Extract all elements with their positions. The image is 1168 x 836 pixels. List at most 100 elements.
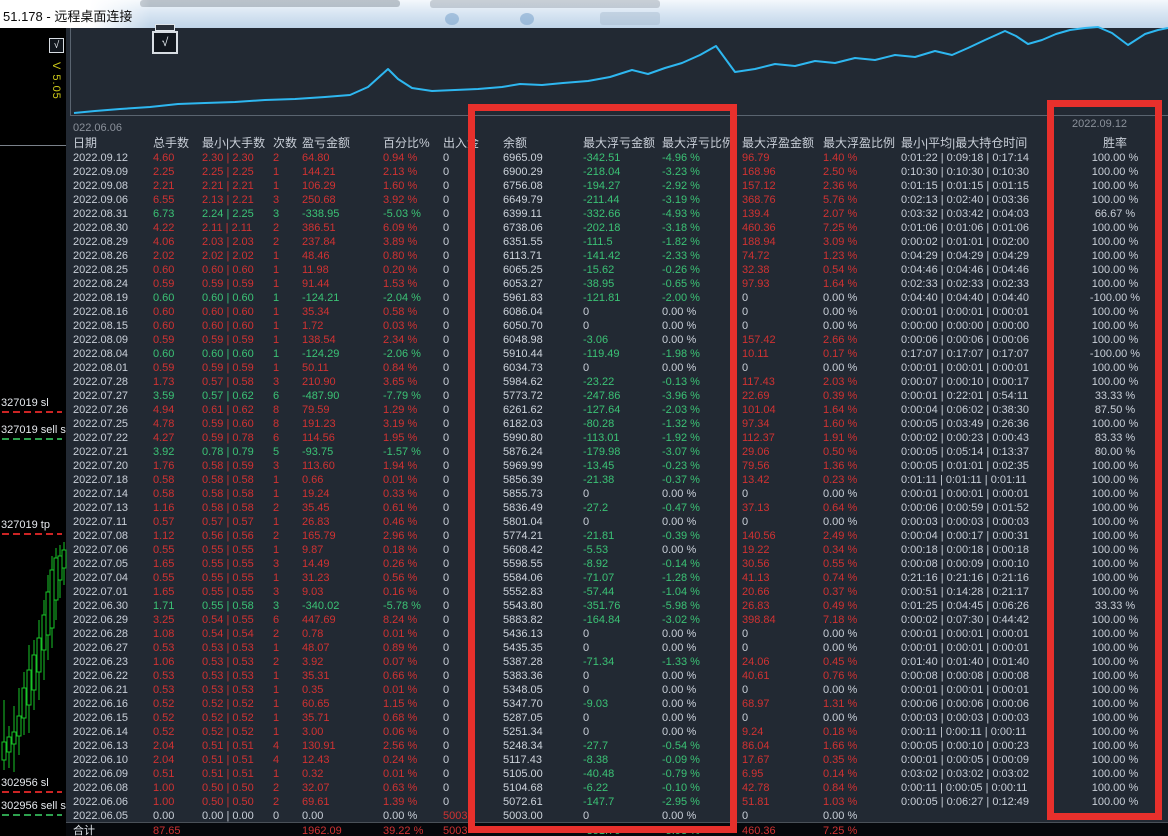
table-row[interactable]: 2022.07.20 1.76 0.58 | 0.59 3 113.60 1.94 % 0 5… bbox=[66, 459, 1168, 473]
table-row[interactable]: 2022.07.22 4.27 0.59 | 0.78 6 114.56 1.95 % 0 5… bbox=[66, 431, 1168, 445]
panel-checkbox-icon[interactable]: √ bbox=[152, 31, 178, 54]
cell-3: 2 bbox=[273, 628, 280, 640]
cell-12: 0:00:03 | 0:00:03 | 0:00:03 bbox=[901, 712, 1030, 724]
column-header-0[interactable]: 日期 bbox=[73, 136, 153, 150]
cell-7: 6351.55 bbox=[503, 236, 543, 248]
cell-6: 5003 bbox=[443, 810, 468, 822]
cell-1: 1.00 bbox=[153, 782, 175, 794]
cell-2: 0.53 | 0.53 bbox=[202, 656, 254, 668]
table-row[interactable]: 2022.06.13 2.04 0.51 | 0.51 4 130.91 2.56 % 0 5… bbox=[66, 739, 1168, 753]
cell-4: 35.34 bbox=[302, 306, 330, 318]
cell-6: 0 bbox=[443, 684, 450, 696]
table-row[interactable]: 2022.08.26 2.02 2.02 | 2.02 1 48.46 0.80 % 0 61… bbox=[66, 249, 1168, 263]
table-row[interactable]: 2022.07.28 1.73 0.57 | 0.58 3 210.90 3.65 % 0 5… bbox=[66, 375, 1168, 389]
cell-11: 0.14 % bbox=[823, 768, 858, 780]
table-row[interactable]: 2022.06.27 0.53 0.53 | 0.53 1 48.07 0.89 % 0 54… bbox=[66, 641, 1168, 655]
table-row[interactable]: 2022.06.22 0.53 0.53 | 0.53 1 35.31 0.66 % 0 53… bbox=[66, 669, 1168, 683]
table-row[interactable]: 2022.06.21 0.53 0.53 | 0.53 1 0.35 0.01 % 0 534… bbox=[66, 683, 1168, 697]
column-header-13[interactable]: 胜率 bbox=[1055, 136, 1168, 150]
table-row[interactable]: 2022.07.13 1.16 0.58 | 0.58 2 35.45 0.61 % 0 58… bbox=[66, 501, 1168, 515]
table-row[interactable]: 2022.07.14 0.58 0.58 | 0.58 1 19.24 0.33 % 0 58… bbox=[66, 487, 1168, 501]
table-row[interactable]: 2022.08.31 6.73 2.24 | 2.25 3 -338.95 -5.03 %… bbox=[66, 207, 1168, 221]
table-row[interactable]: 2022.08.15 0.60 0.60 | 0.60 1 1.72 0.03 % 0 605… bbox=[66, 319, 1168, 333]
cell-6: 0 bbox=[443, 796, 450, 808]
cell-12: 0:01:22 | 0:09:18 | 0:17:14 bbox=[901, 152, 1030, 164]
cell-7: 6399.11 bbox=[503, 208, 542, 220]
cell-10: 157.42 bbox=[742, 334, 776, 346]
table-row[interactable]: 2022.06.09 0.51 0.51 | 0.51 1 0.32 0.01 % 0 510… bbox=[66, 767, 1168, 781]
checkbox-icon[interactable]: √ bbox=[49, 38, 64, 53]
cell-0: 2022.07.01 bbox=[73, 586, 129, 598]
table-row[interactable]: 2022.07.18 0.58 0.58 | 0.58 1 0.66 0.01 % 0 585… bbox=[66, 473, 1168, 487]
column-header-8[interactable]: 最大浮亏金额 bbox=[583, 136, 661, 150]
table-row[interactable]: 2022.07.25 4.78 0.59 | 0.60 8 191.23 3.19 % 0 6… bbox=[66, 417, 1168, 431]
cell-5: -5.78 % bbox=[383, 600, 421, 612]
table-row[interactable]: 2022.07.27 3.59 0.57 | 0.62 6 -487.90 -7.79 %… bbox=[66, 389, 1168, 403]
cell-8: -13.45 bbox=[583, 460, 615, 472]
table-row[interactable]: 2022.08.29 4.06 2.03 | 2.03 2 237.84 3.89 % 0 6… bbox=[66, 235, 1168, 249]
column-header-5[interactable]: 百分比% bbox=[383, 136, 441, 150]
table-row[interactable]: 2022.07.05 1.65 0.55 | 0.55 3 14.49 0.26 % 0 55… bbox=[66, 557, 1168, 571]
table-row[interactable]: 2022.07.01 1.65 0.55 | 0.55 3 9.03 0.16 % 0 555… bbox=[66, 585, 1168, 599]
table-row[interactable]: 2022.08.04 0.60 0.60 | 0.60 1 -124.29 -2.06 %… bbox=[66, 347, 1168, 361]
cell-2: 0.58 | 0.58 bbox=[202, 474, 254, 486]
column-header-4[interactable]: 盈亏金额 bbox=[302, 136, 380, 150]
column-header-2[interactable]: 最小|大手数 bbox=[202, 136, 272, 150]
table-row[interactable]: 2022.06.14 0.52 0.52 | 0.52 1 3.00 0.06 % 0 525… bbox=[66, 725, 1168, 739]
table-row[interactable]: 2022.06.10 2.04 0.51 | 0.51 4 12.43 0.24 % 0 51… bbox=[66, 753, 1168, 767]
table-row[interactable]: 2022.06.06 1.00 0.50 | 0.50 2 69.61 1.39 % 0 50… bbox=[66, 795, 1168, 809]
cell-10: 24.06 bbox=[742, 656, 770, 668]
cell-3: 3 bbox=[273, 586, 280, 598]
cell-13: 100.00 % bbox=[1091, 656, 1139, 668]
table-row[interactable]: 2022.06.08 1.00 0.50 | 0.50 2 32.07 0.63 % 0 51… bbox=[66, 781, 1168, 795]
table-row[interactable]: 2022.06.05 0.00 0.00 | 0.00 0 0.00 0.00 % 5003… bbox=[66, 809, 1168, 823]
cell-5: 0.66 % bbox=[383, 670, 418, 682]
column-header-10[interactable]: 最大浮盈金额 bbox=[742, 136, 820, 150]
column-header-11[interactable]: 最大浮盈比例 bbox=[823, 136, 899, 150]
cell-7: 5383.36 bbox=[503, 670, 543, 682]
cell-1: 0.58 bbox=[153, 474, 175, 486]
table-row[interactable]: 2022.08.30 4.22 2.11 | 2.11 2 386.51 6.09 % 0 6… bbox=[66, 221, 1168, 235]
cell-9: -0.09 % bbox=[662, 754, 700, 766]
table-row[interactable]: 2022.06.30 1.71 0.55 | 0.58 3 -340.02 -5.78 %… bbox=[66, 599, 1168, 613]
table-row[interactable]: 2022.07.21 3.92 0.78 | 0.79 5 -93.75 -1.57 % 0… bbox=[66, 445, 1168, 459]
table-row[interactable]: 2022.06.28 1.08 0.54 | 0.54 2 0.78 0.01 % 0 543… bbox=[66, 627, 1168, 641]
column-header-12[interactable]: 最小|平均|最大持仓时间 bbox=[901, 136, 1061, 150]
table-row[interactable]: 2022.07.06 0.55 0.55 | 0.55 1 9.87 0.18 % 0 560… bbox=[66, 543, 1168, 557]
column-header-1[interactable]: 总手数 bbox=[153, 136, 201, 150]
table-row[interactable]: 2022.07.04 0.55 0.55 | 0.55 1 31.23 0.56 % 0 55… bbox=[66, 571, 1168, 585]
table-row[interactable]: 2022.09.06 6.55 2.13 | 2.21 3 250.68 3.92 % 0 6… bbox=[66, 193, 1168, 207]
column-header-6[interactable]: 出入金 bbox=[443, 136, 491, 150]
cell-2: 0.60 | 0.60 bbox=[202, 264, 254, 276]
table-row[interactable]: 2022.08.25 0.60 0.60 | 0.60 1 11.98 0.20 % 0 60… bbox=[66, 263, 1168, 277]
table-row[interactable]: 2022.08.16 0.60 0.60 | 0.60 1 35.34 0.58 % 0 60… bbox=[66, 305, 1168, 319]
table-row[interactable]: 2022.09.09 2.25 2.25 | 2.25 1 144.21 2.13 % 0 6… bbox=[66, 165, 1168, 179]
table-row[interactable]: 2022.08.24 0.59 0.59 | 0.59 1 91.44 1.53 % 0 60… bbox=[66, 277, 1168, 291]
table-row[interactable]: 2022.07.11 0.57 0.57 | 0.57 1 26.83 0.46 % 0 58… bbox=[66, 515, 1168, 529]
table-row[interactable]: 2022.08.09 0.59 0.59 | 0.59 1 138.54 2.34 % 0 6… bbox=[66, 333, 1168, 347]
cell-10: 20.66 bbox=[742, 586, 770, 598]
table-row[interactable]: 2022.09.08 2.21 2.21 | 2.21 1 106.29 1.60 % 0 6… bbox=[66, 179, 1168, 193]
table-row[interactable]: 2022.06.29 3.25 0.54 | 0.55 6 447.69 8.24 % 0 5… bbox=[66, 613, 1168, 627]
table-row[interactable]: 2022.06.15 0.52 0.52 | 0.52 1 35.71 0.68 % 0 52… bbox=[66, 711, 1168, 725]
cell-0: 2022.06.29 bbox=[73, 614, 129, 626]
table-row[interactable]: 2022.06.16 0.52 0.52 | 0.52 1 60.65 1.15 % 0 53… bbox=[66, 697, 1168, 711]
table-row[interactable]: 2022.07.26 4.94 0.61 | 0.62 8 79.59 1.29 % 0 62… bbox=[66, 403, 1168, 417]
cell-2: 0.57 | 0.58 bbox=[202, 376, 254, 388]
cell-0: 2022.08.01 bbox=[73, 362, 129, 374]
cell-13: 100.00 % bbox=[1091, 502, 1139, 514]
table-row[interactable]: 2022.06.23 1.06 0.53 | 0.53 2 3.92 0.07 % 0 538… bbox=[66, 655, 1168, 669]
column-header-9[interactable]: 最大浮亏比例 bbox=[662, 136, 742, 150]
column-header-3[interactable]: 次数 bbox=[273, 136, 301, 150]
chart-start-date: 022.06.06 bbox=[73, 122, 122, 134]
table-row[interactable]: 2022.08.19 0.60 0.60 | 0.60 1 -124.21 -2.04 %… bbox=[66, 291, 1168, 305]
table-row[interactable]: 2022.07.08 1.12 0.56 | 0.56 2 165.79 2.96 % 0 5… bbox=[66, 529, 1168, 543]
cell-5: -2.06 % bbox=[383, 348, 421, 360]
cell-7: 5552.83 bbox=[503, 586, 543, 598]
column-header-7[interactable]: 余额 bbox=[503, 136, 575, 150]
cell-0: 2022.07.20 bbox=[73, 460, 129, 472]
cell-6: 0 bbox=[443, 404, 450, 416]
cell-8: 0 bbox=[583, 628, 590, 640]
table-row[interactable]: 2022.09.12 4.60 2.30 | 2.30 2 64.80 0.94 % 0 69… bbox=[66, 151, 1168, 165]
table-row[interactable]: 2022.08.01 0.59 0.59 | 0.59 1 50.11 0.84 % 0 60… bbox=[66, 361, 1168, 375]
